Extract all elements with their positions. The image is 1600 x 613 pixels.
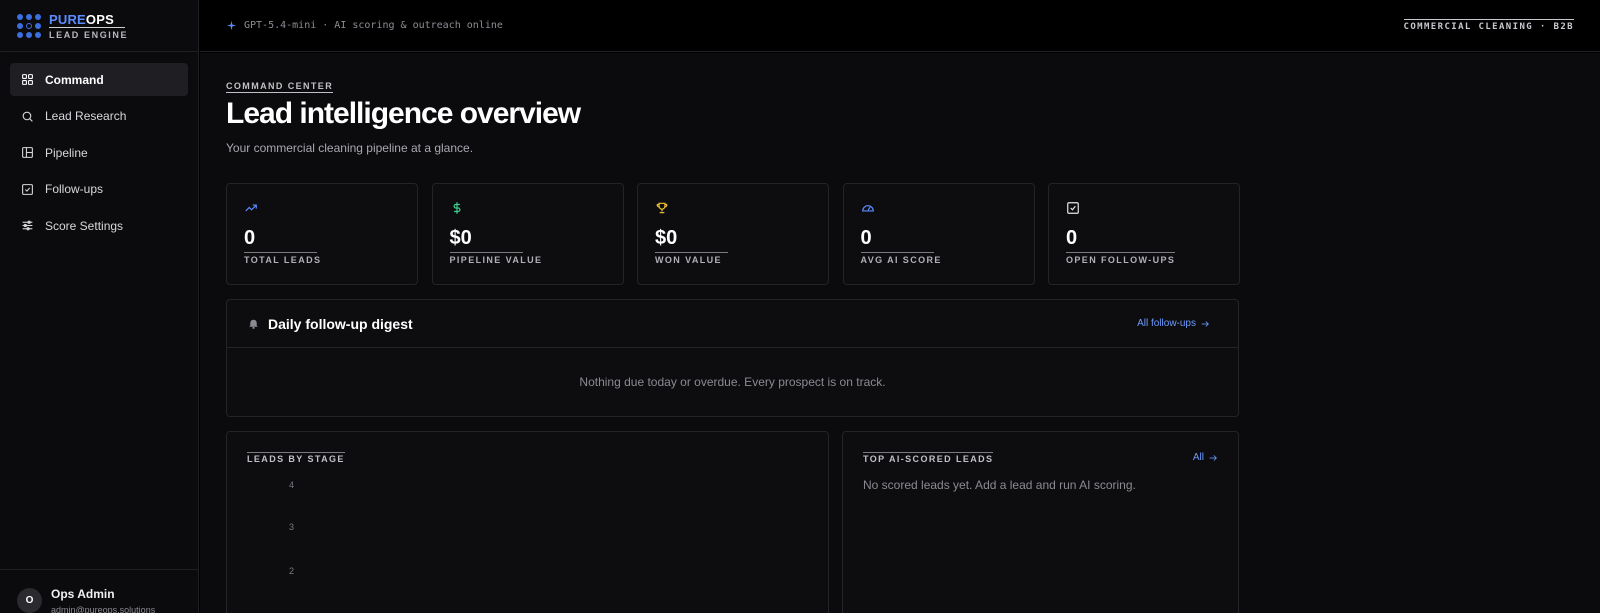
- stat-label: PIPELINE VALUE: [449, 252, 541, 265]
- trophy-icon: [656, 202, 668, 214]
- panel-title: TOP AI-SCORED LEADS: [863, 452, 994, 464]
- stat-card-open-follow-ups: 0 OPEN FOLLOW-UPS: [1048, 183, 1240, 285]
- brand[interactable]: PUREOPS LEAD ENGINE: [0, 0, 198, 52]
- stat-value: 0: [244, 227, 256, 249]
- ai-status-text: GPT-5.4-mini · AI scoring & outreach onl…: [244, 20, 503, 31]
- follow-up-digest: Daily follow-up digest All follow-ups No…: [226, 299, 1239, 417]
- link-label: All follow-ups: [1137, 318, 1196, 329]
- all-leads-link[interactable]: All: [1193, 452, 1218, 463]
- ai-status: GPT-5.4-mini · AI scoring & outreach onl…: [226, 20, 503, 31]
- sidebar-item-lead-research[interactable]: Lead Research: [10, 100, 188, 133]
- digest-empty-message: Nothing due today or overdue. Every pros…: [579, 375, 886, 389]
- sidebar: PUREOPS LEAD ENGINE Command Lead Researc…: [0, 0, 199, 613]
- top-ai-scored-leads-panel: TOP AI-SCORED LEADS All No scored leads …: [842, 431, 1239, 613]
- stat-card-pipeline-value: $0 PIPELINE VALUE: [431, 183, 624, 285]
- sidebar-item-follow-ups[interactable]: Follow-ups: [10, 173, 188, 206]
- sidebar-item-pipeline[interactable]: Pipeline: [10, 136, 188, 169]
- kanban-icon: [22, 147, 33, 158]
- user-email: admin@pureops.solutions: [51, 605, 156, 613]
- bell-icon: [249, 319, 258, 329]
- grid-icon: [22, 74, 33, 85]
- y-tick-label: 2: [289, 566, 295, 576]
- arrow-right-icon: [1201, 320, 1209, 327]
- sidebar-item-score-settings[interactable]: Score Settings: [10, 209, 188, 242]
- user-profile[interactable]: O Ops Admin admin@pureops.solutions: [0, 569, 199, 613]
- avatar: O: [17, 588, 42, 613]
- y-tick-label: 3: [289, 522, 295, 532]
- check-square-icon: [1067, 202, 1079, 214]
- link-label: All: [1192, 452, 1204, 463]
- panel-title: LEADS BY STAGE: [247, 452, 345, 464]
- page-title: Lead intelligence overview: [226, 97, 581, 130]
- brand-name: PUREOPS: [49, 13, 125, 28]
- stat-label: TOTAL LEADS: [244, 252, 320, 265]
- stat-label: WON VALUE: [655, 252, 728, 265]
- stat-value: 0: [1066, 227, 1078, 249]
- leads-by-stage-panel: LEADS BY STAGE 4 3 2: [226, 431, 829, 613]
- topbar: GPT-5.4-mini · AI scoring & outreach onl…: [200, 0, 1600, 52]
- all-follow-ups-link[interactable]: All follow-ups: [1137, 318, 1218, 329]
- stat-label: AVG AI SCORE: [860, 252, 940, 265]
- gauge-icon: [861, 205, 874, 212]
- stat-value: 0: [860, 227, 872, 249]
- brand-subtitle: LEAD ENGINE: [49, 29, 129, 40]
- digest-title: Daily follow-up digest: [268, 315, 413, 332]
- sidebar-nav: Command Lead Research Pipeline Follow-up…: [0, 52, 198, 257]
- logo-icon: [17, 13, 41, 38]
- stat-label: OPEN FOLLOW-UPS: [1066, 252, 1175, 265]
- sidebar-item-label: Follow-ups: [45, 182, 104, 196]
- stat-card-total-leads: 0 TOTAL LEADS: [226, 183, 418, 285]
- sidebar-item-label: Command: [45, 72, 104, 87]
- main-content: COMMAND CENTER Lead intelligence overvie…: [200, 53, 1600, 613]
- sidebar-item-label: Score Settings: [45, 218, 124, 233]
- search-icon: [22, 111, 33, 122]
- sidebar-item-label: Lead Research: [45, 109, 127, 123]
- sliders-icon: [22, 220, 33, 231]
- sparkle-icon: [226, 20, 237, 31]
- stat-card-avg-ai-score: 0 AVG AI SCORE: [842, 183, 1035, 285]
- arrow-right-icon: [1209, 454, 1217, 461]
- trend-up-icon: [245, 204, 257, 212]
- sidebar-item-command[interactable]: Command: [10, 63, 188, 96]
- dollar-icon: [453, 202, 460, 214]
- sidebar-item-label: Pipeline: [45, 145, 88, 160]
- checkbox-icon: [22, 183, 33, 195]
- stat-value: $0: [449, 227, 472, 249]
- stat-value: $0: [655, 227, 678, 249]
- stat-card-won-value: $0 WON VALUE: [637, 183, 829, 285]
- segment-label: COMMERCIAL CLEANING · B2B: [1403, 19, 1574, 32]
- page-eyebrow: COMMAND CENTER: [226, 81, 334, 93]
- stats-row: 0 TOTAL LEADS $0 PIPELINE VALUE $0 WON V…: [226, 183, 1254, 285]
- y-tick-label: 4: [289, 480, 295, 490]
- page-subtitle: Your commercial cleaning pipeline at a g…: [226, 141, 474, 155]
- user-name: Ops Admin: [51, 587, 115, 601]
- top-leads-empty-message: No scored leads yet. Add a lead and run …: [863, 478, 1136, 492]
